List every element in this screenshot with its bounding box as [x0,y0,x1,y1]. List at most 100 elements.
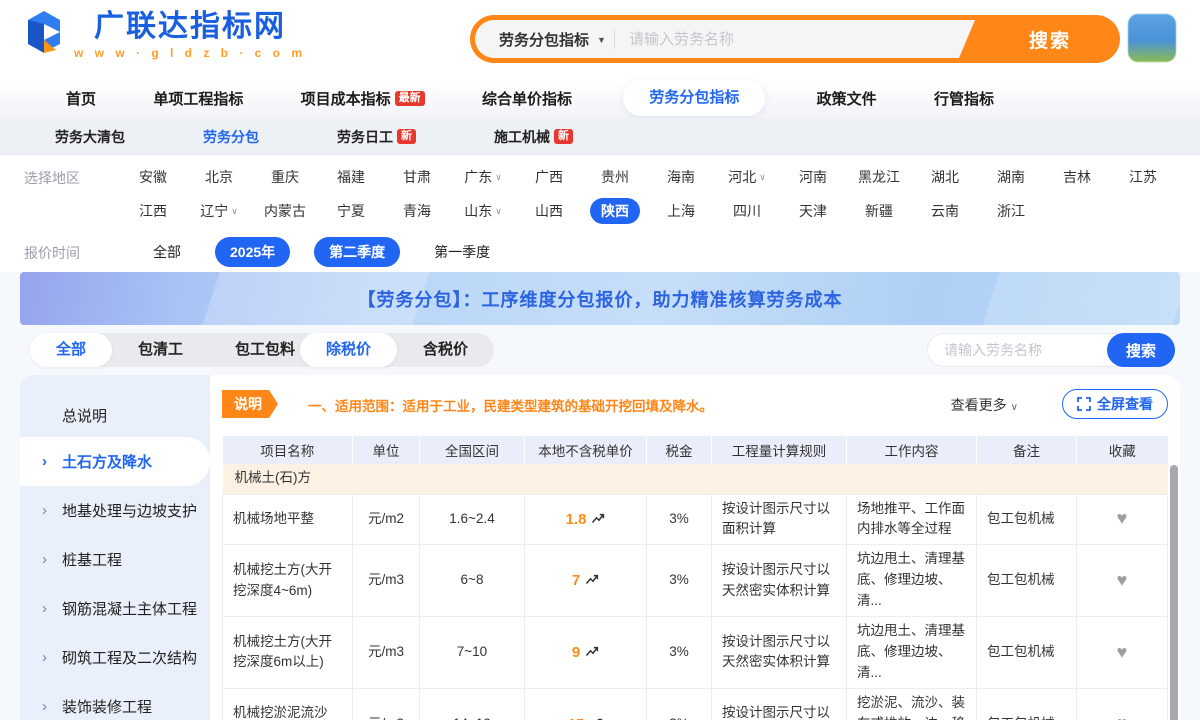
region-guangdong[interactable]: 广东∨ [450,163,516,191]
cell-name: 机械挖土方(大开挖深度6m以上) [223,617,353,689]
region-jiangsu[interactable]: 江苏 [1110,163,1176,191]
table-scrollbar[interactable] [1170,465,1178,720]
dropdown-caret-icon[interactable]: ▼ [597,35,606,45]
favorite-button[interactable]: ♥ [1117,570,1128,590]
cell-work: 坑边甩土、清理基底、修理边坡、清... [847,545,977,617]
cell-name: 机械挖淤泥流沙(深度6m以内) [223,688,353,720]
new-badge: 最新 [395,91,425,106]
time-year-2025[interactable]: 2025年 [215,237,290,267]
tax-filter-group: 除税价 含税价 [300,333,494,367]
region-qinghai[interactable]: 青海 [384,197,450,225]
chevron-right-icon: › [42,501,47,518]
chevron-down-icon: ∨ [231,206,238,217]
sidebar-item-foundation-treatment[interactable]: › 地基处理与边坡支护 [20,486,210,535]
cell-note: 包工包机械 [977,545,1077,617]
favorite-button[interactable]: ♥ [1117,642,1128,662]
table-panel: 说明 一、适用范围：适用于工业，民建类型建筑的基础开挖回填及降水。 查看更多∨ … [210,375,1180,720]
region-hainan[interactable]: 海南 [648,163,714,191]
region-neimenggu[interactable]: 内蒙古 [252,197,318,225]
trend-up-icon [591,512,605,524]
region-jiangxi[interactable]: 江西 [120,197,186,225]
cell-note: 包工包机械 [977,688,1077,720]
cell-work: 坑边甩土、清理基底、修理边坡、清... [847,617,977,689]
nav-composite-price[interactable]: 综合单价指标 [476,88,578,109]
cell-name: 机械场地平整 [223,494,353,545]
subnav-machinery[interactable]: 施工机械新 [494,127,573,147]
search-button[interactable]: 搜索 [980,15,1120,63]
nav-project-cost[interactable]: 项目成本指标最新 [295,88,431,109]
col-national-range: 全国区间 [420,436,525,464]
sidebar-item-masonry[interactable]: › 砌筑工程及二次结构 [20,633,210,682]
time-all[interactable]: 全部 [143,237,191,267]
cell-rule: 按设计图示尺寸以天然密实体积计算 [712,617,847,689]
new-badge: 新 [397,129,416,144]
col-unit: 单位 [353,436,420,464]
banner-text: 【劳务分包】：工序维度分包报价，助力精准核算劳务成本 [358,286,843,312]
notice-tag: 说明 [222,390,278,418]
table-search-button[interactable]: 搜索 [1107,333,1175,367]
region-xinjiang[interactable]: 新疆 [846,197,912,225]
favorite-button[interactable]: ♥ [1117,508,1128,528]
region-henan[interactable]: 河南 [780,163,846,191]
site-logo[interactable]: 广联达指标网 w w w · g l d z b · c o m [22,10,306,60]
nav-labor-subcontract[interactable]: 劳务分包指标 [623,80,765,116]
notice-text: 一、适用范围：适用于工业，民建类型建筑的基础开挖回填及降水。 [308,395,713,415]
region-guizhou[interactable]: 贵州 [582,163,648,191]
sidebar-item-earthwork[interactable]: › 土石方及降水 [20,437,210,486]
nav-single-project[interactable]: 单项工程指标 [147,88,249,109]
new-badge: 新 [554,129,573,144]
region-yunnan[interactable]: 云南 [912,197,978,225]
logo-icon [22,10,66,58]
top-header: 广联达指标网 w w w · g l d z b · c o m 劳务分包指标 … [0,0,1200,78]
col-work-content: 工作内容 [847,436,977,464]
nav-policy[interactable]: 政策文件 [811,88,883,109]
search-input[interactable] [629,31,975,48]
region-label: 选择地区 [24,168,80,188]
time-q2[interactable]: 第二季度 [314,237,400,267]
nav-home[interactable]: 首页 [60,88,102,109]
cell-work: 场地推平、工作面内排水等全过程 [847,494,977,545]
region-shanxi[interactable]: 山西 [516,197,582,225]
region-shanghai[interactable]: 上海 [648,197,714,225]
chevron-right-icon: › [42,550,47,567]
search-category-select[interactable]: 劳务分包指标 [499,29,589,50]
nav-admin[interactable]: 行管指标 [928,88,1000,109]
region-zhejiang[interactable]: 浙江 [978,197,1044,225]
region-hubei[interactable]: 湖北 [912,163,978,191]
user-avatar[interactable] [1128,14,1176,62]
filter-clean-labor[interactable]: 包清工 [112,333,209,367]
favorite-button[interactable]: ♥ [1117,713,1128,720]
cell-price: 1.8 [525,494,647,545]
region-hebei[interactable]: 河北∨ [714,163,780,191]
region-jilin[interactable]: 吉林 [1044,163,1110,191]
subnav-daily-labor[interactable]: 劳务日工新 [337,127,416,147]
region-gansu[interactable]: 甘肃 [384,163,450,191]
filter-inc-tax[interactable]: 含税价 [397,333,494,367]
region-heilongjiang[interactable]: 黑龙江 [846,163,912,191]
sidebar-item-concrete-main[interactable]: › 钢筋混凝土主体工程 [20,584,210,633]
subnav-subcontract[interactable]: 劳务分包 [203,127,259,147]
region-hunan[interactable]: 湖南 [978,163,1044,191]
filter-all[interactable]: 全部 [30,333,112,367]
region-guangxi[interactable]: 广西 [516,163,582,191]
region-shaanxi-selected[interactable]: 陕西 [582,197,648,225]
subnav-big-clean[interactable]: 劳务大清包 [55,127,125,147]
view-more-button[interactable]: 查看更多∨ [951,395,1018,415]
filter-ex-tax[interactable]: 除税价 [300,333,397,367]
region-liaoning[interactable]: 辽宁∨ [186,197,252,225]
chevron-right-icon: › [42,599,47,616]
time-q1[interactable]: 第一季度 [424,237,500,267]
region-tianjin[interactable]: 天津 [780,197,846,225]
region-ningxia[interactable]: 宁夏 [318,197,384,225]
region-sichuan[interactable]: 四川 [714,197,780,225]
region-anhui[interactable]: 安徽 [120,163,186,191]
region-chongqing[interactable]: 重庆 [252,163,318,191]
region-shandong[interactable]: 山东∨ [450,197,516,225]
sidebar-item-general-notes[interactable]: 总说明 [20,393,210,437]
region-beijing[interactable]: 北京 [186,163,252,191]
fullscreen-button[interactable]: 全屏查看 [1062,389,1168,419]
sidebar-item-pile-engineering[interactable]: › 桩基工程 [20,535,210,584]
col-local-price: 本地不含税单价 [525,436,647,464]
region-fujian[interactable]: 福建 [318,163,384,191]
sidebar-item-decoration[interactable]: › 装饰装修工程 [20,682,210,720]
